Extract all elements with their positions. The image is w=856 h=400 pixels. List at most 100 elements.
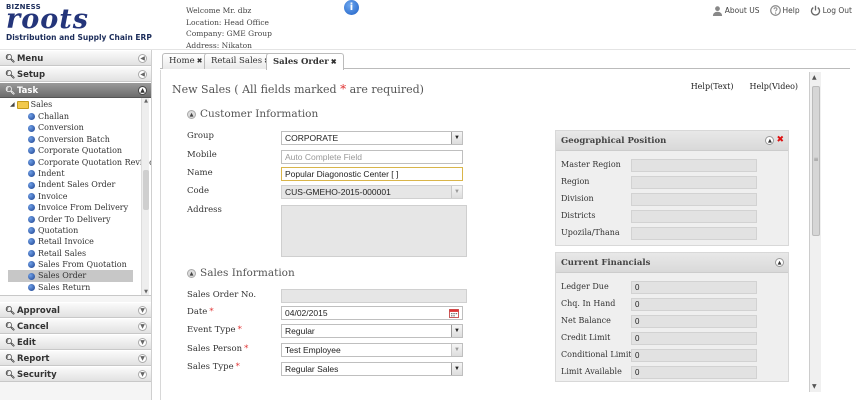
sidebar-section-label: Cancel [16, 322, 49, 332]
tree-item-sales-from-quotation[interactable]: Sales From Quotation [28, 259, 151, 270]
sidebar-section-approval[interactable]: 🔍︎ Approval ▼ [0, 302, 151, 318]
sales-person-select[interactable]: Test Employee ▼ [281, 343, 463, 357]
calendar-icon[interactable] [449, 308, 459, 318]
sales-person-value: Test Employee [285, 345, 341, 355]
collapse-icon[interactable]: ▲ [775, 258, 784, 267]
help-text-link[interactable]: Help(Text) [691, 82, 734, 91]
tree-item-invoice-from-delivery[interactable]: Invoice From Delivery [28, 202, 151, 213]
tree-scrollbar[interactable]: ▲ ▼ [141, 98, 150, 295]
tree-item-invoice[interactable]: Invoice [28, 191, 151, 202]
date-input[interactable]: 04/02/2015 [281, 306, 463, 320]
customer-info-header[interactable]: ▲ Customer Information [187, 108, 318, 120]
scroll-down-icon[interactable]: ▼ [142, 289, 150, 295]
tree-item-corporate-quotation-revision[interactable]: Corporate Quotation Revision [28, 157, 151, 168]
fin-row-limit-available: Limit Available 0 [556, 364, 788, 381]
scroll-up-icon[interactable]: ▲ [812, 74, 817, 81]
tab-sales-order[interactable]: Sales Order ✖ [266, 53, 344, 70]
tree-item-corporate-quotation[interactable]: Corporate Quotation [28, 145, 151, 156]
chevron-down-icon[interactable]: ▼ [138, 370, 147, 379]
chevron-left-icon[interactable]: ◀ [138, 70, 147, 79]
name-input[interactable]: Popular Diagonostic Center [ ] [281, 167, 463, 181]
tree-item-challan[interactable]: Challan [28, 111, 151, 122]
chevron-down-icon[interactable]: ▼ [138, 354, 147, 363]
dropdown-arrow-icon[interactable]: ▼ [451, 132, 462, 144]
fin-row-chq-in-hand: Chq. In Hand 0 [556, 296, 788, 313]
tree-item-retail-sales[interactable]: Retail Sales [28, 248, 151, 259]
sidebar-section-report[interactable]: 🔍︎ Report ▼ [0, 350, 151, 366]
tree-item-retail-invoice[interactable]: Retail Invoice [28, 236, 151, 247]
close-icon[interactable]: ✖ [331, 57, 337, 66]
logout-link[interactable]: Log Out [810, 5, 852, 16]
tree-item-label: Retail Sales [38, 248, 87, 258]
collapse-icon[interactable]: ▲ [187, 109, 196, 119]
dropdown-arrow-icon[interactable]: ▼ [451, 344, 462, 356]
sales-order-form: New Sales ( All fields marked * are requ… [160, 70, 824, 400]
event-type-select[interactable]: Regular ▼ [281, 324, 463, 338]
required-star: * [209, 307, 214, 317]
chevron-up-icon[interactable]: ▲ [138, 86, 147, 95]
sidebar-section-label: Report [16, 354, 50, 364]
code-label: Code [187, 186, 210, 196]
chevron-down-icon[interactable]: ▼ [138, 338, 147, 347]
sidebar-section-security[interactable]: 🔍︎ Security ▼ [0, 366, 151, 382]
dropdown-arrow-icon[interactable]: ▼ [451, 363, 462, 375]
scroll-down-icon[interactable]: ▼ [812, 383, 817, 390]
sidebar-section-setup[interactable]: 🔍︎ Setup ◀ [0, 66, 151, 82]
group-select[interactable]: CORPORATE ▼ [281, 131, 463, 145]
brand-logo[interactable]: BIZNESS roots Distribution and Supply Ch… [5, 3, 155, 47]
tree-item-conversion[interactable]: Conversion [28, 122, 151, 133]
geographical-position-panel: Geographical Position ▲ ✖ Master Region … [555, 130, 789, 246]
close-icon[interactable]: ✖ [776, 136, 784, 145]
tree-item-label: Sales Return [38, 282, 91, 292]
scroll-up-icon[interactable]: ▲ [142, 98, 150, 105]
search-icon: 🔍︎ [5, 322, 16, 331]
sales-type-select[interactable]: Regular Sales ▼ [281, 362, 463, 376]
address-textarea[interactable] [281, 205, 467, 257]
tree-item-indent[interactable]: Indent [28, 168, 151, 179]
tree-item-sales-order[interactable]: Sales Order [8, 270, 133, 282]
code-select[interactable]: CUS-GMEHO-2015-000001 ▼ [281, 185, 463, 199]
help-link[interactable]: Help [769, 5, 800, 16]
main-scrollbar[interactable]: ▲ ≡ ▼ [809, 72, 821, 392]
tree-item-label: Retail Invoice [38, 237, 94, 247]
sidebar-section-cancel[interactable]: 🔍︎ Cancel ▼ [0, 318, 151, 334]
tree-item-label: Sales Order [38, 271, 87, 281]
bullet-icon [28, 238, 35, 246]
sidebar-section-task[interactable]: 🔍︎ Task ▲ [0, 82, 151, 98]
collapse-icon[interactable]: ▲ [765, 136, 775, 145]
tree-item-label: Quotation [38, 225, 79, 235]
tree-item-indent-sales-order[interactable]: Indent Sales Order [28, 179, 151, 190]
chevron-left-icon[interactable]: ◀ [138, 54, 147, 63]
dropdown-arrow-icon[interactable]: ▼ [451, 186, 462, 198]
sidebar-section-menu[interactable]: 🔍︎ Menu ◀ [0, 50, 151, 66]
info-icon[interactable]: i [344, 0, 359, 15]
dropdown-arrow-icon[interactable]: ▼ [451, 325, 462, 337]
tab-home[interactable]: Home ✖ [162, 53, 210, 69]
event-type-value: Regular [285, 326, 315, 336]
mobile-input[interactable]: Auto Complete Field [281, 150, 463, 164]
tree-item-sales-return[interactable]: Sales Return [28, 282, 151, 293]
chevron-down-icon[interactable]: ▼ [138, 306, 147, 315]
scroll-thumb[interactable] [143, 170, 149, 210]
user-icon [712, 6, 722, 16]
tree-item-conversion-batch[interactable]: Conversion Batch [28, 134, 151, 145]
bullet-icon [28, 284, 35, 292]
event-type-label-text: Event Type [187, 325, 236, 335]
tab-label: Sales Order [273, 57, 329, 67]
sales-info-header[interactable]: ▲ Sales Information [187, 267, 295, 279]
about-us-link[interactable]: About US [712, 5, 760, 16]
panel-header: Geographical Position ▲ ✖ [556, 131, 788, 151]
chevron-down-icon[interactable]: ▼ [138, 322, 147, 331]
expand-arrow-icon[interactable]: ◢ [10, 101, 15, 108]
collapse-icon[interactable]: ▲ [187, 268, 196, 278]
help-video-link[interactable]: Help(Video) [750, 82, 799, 91]
sidebar-section-edit[interactable]: 🔍︎ Edit ▼ [0, 334, 151, 350]
bullet-icon [28, 135, 35, 143]
close-icon[interactable]: ✖ [197, 57, 203, 65]
row-label: Chq. In Hand [561, 299, 616, 308]
bullet-icon [28, 192, 35, 200]
tree-item-order-to-delivery[interactable]: Order To Delivery [28, 214, 151, 225]
tree-folder-sales[interactable]: ◢ Sales [10, 98, 52, 111]
address-label: Address [187, 205, 222, 215]
tree-item-quotation[interactable]: Quotation [28, 225, 151, 236]
